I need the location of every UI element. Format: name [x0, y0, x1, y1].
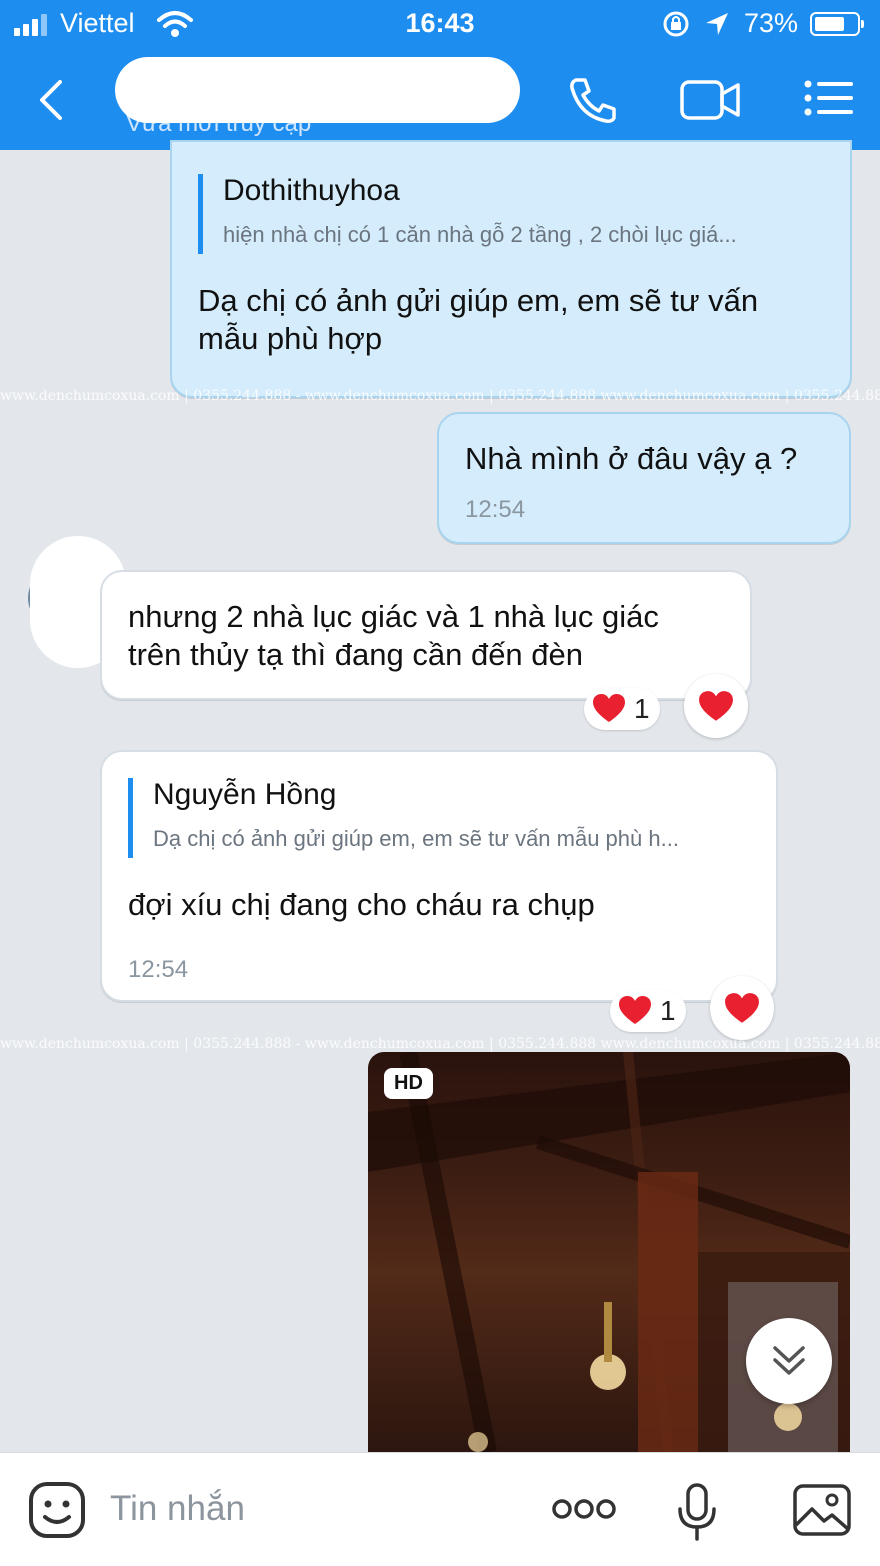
quote-author: Dothithuyhoa — [223, 174, 400, 207]
message-bubble-received-reply[interactable]: Nguyễn Hồng Dạ chị có ảnh gửi giúp em, e… — [100, 750, 778, 1002]
location-arrow-icon — [706, 13, 728, 35]
message-time: 12:54 — [465, 496, 526, 523]
status-bar: Viettel 16:43 73% — [0, 0, 880, 50]
quote-text: Dạ chị có ảnh gửi giúp em, em sẽ tư vấn … — [153, 826, 679, 851]
hd-badge: HD — [384, 1068, 433, 1099]
microphone-icon[interactable] — [676, 1483, 718, 1541]
message-text: Nhà mình ở đâu vậy ạ ? — [465, 441, 798, 476]
battery-icon — [810, 12, 864, 36]
rotation-lock-icon — [663, 11, 689, 37]
heart-icon — [619, 996, 651, 1024]
reaction-count: 1 — [660, 995, 676, 1026]
message-text: Dạ chị có ảnh gửi giúp em, em sẽ tư vấn … — [198, 283, 759, 356]
message-text: đợi xíu chị đang cho cháu ra chụp — [128, 887, 595, 922]
message-input-bar: Tin nhắn — [0, 1452, 880, 1566]
scroll-to-bottom-button[interactable] — [746, 1318, 832, 1404]
message-time: 12:54 — [128, 956, 189, 983]
more-icon[interactable] — [552, 1497, 616, 1521]
quoted-message[interactable]: Dothithuyhoa hiện nhà chị có 1 căn nhà g… — [198, 174, 737, 254]
react-button[interactable] — [710, 976, 774, 1040]
phone-icon[interactable] — [568, 76, 618, 124]
react-button[interactable] — [684, 674, 748, 738]
message-bubble-sent[interactable]: Nhà mình ở đâu vậy ạ ? 12:54 — [437, 412, 851, 544]
image-icon[interactable] — [792, 1483, 852, 1537]
reaction-count: 1 — [634, 693, 650, 724]
menu-icon[interactable] — [804, 80, 854, 116]
heart-icon — [593, 694, 625, 722]
heart-icon — [699, 691, 733, 721]
message-input[interactable]: Tin nhắn — [110, 1489, 245, 1529]
video-call-icon[interactable] — [680, 80, 742, 120]
reaction-summary[interactable]: 1 — [610, 990, 686, 1032]
heart-icon — [725, 993, 759, 1023]
battery-percent: 73% — [744, 8, 799, 38]
message-text: nhưng 2 nhà lục giác và 1 nhà lục giác t… — [128, 599, 659, 672]
reaction-summary[interactable]: 1 — [584, 688, 660, 730]
watermark-text: www.denchumcoxua.com | 0355.244.888 - ww… — [0, 388, 880, 404]
watermark-text: www.denchumcoxua.com | 0355.244.888 - ww… — [0, 1036, 880, 1052]
chevron-double-down-icon — [773, 1346, 805, 1375]
message-bubble-sent-reply[interactable]: Dothithuyhoa hiện nhà chị có 1 căn nhà g… — [170, 140, 852, 398]
quoted-message[interactable]: Nguyễn Hồng Dạ chị có ảnh gửi giúp em, e… — [128, 778, 679, 858]
battery-level — [815, 17, 844, 31]
quote-author: Nguyễn Hồng — [153, 778, 337, 811]
message-bubble-received[interactable]: nhưng 2 nhà lục giác và 1 nhà lục giác t… — [100, 570, 752, 700]
quote-text: hiện nhà chị có 1 căn nhà gỗ 2 tầng , 2 … — [223, 222, 737, 247]
chat-header: Viettel 16:43 73% Vừa mới truy cập — [0, 0, 880, 150]
sticker-icon[interactable] — [28, 1481, 86, 1539]
back-icon[interactable] — [36, 78, 64, 122]
contact-name-redacted[interactable] — [115, 57, 520, 123]
